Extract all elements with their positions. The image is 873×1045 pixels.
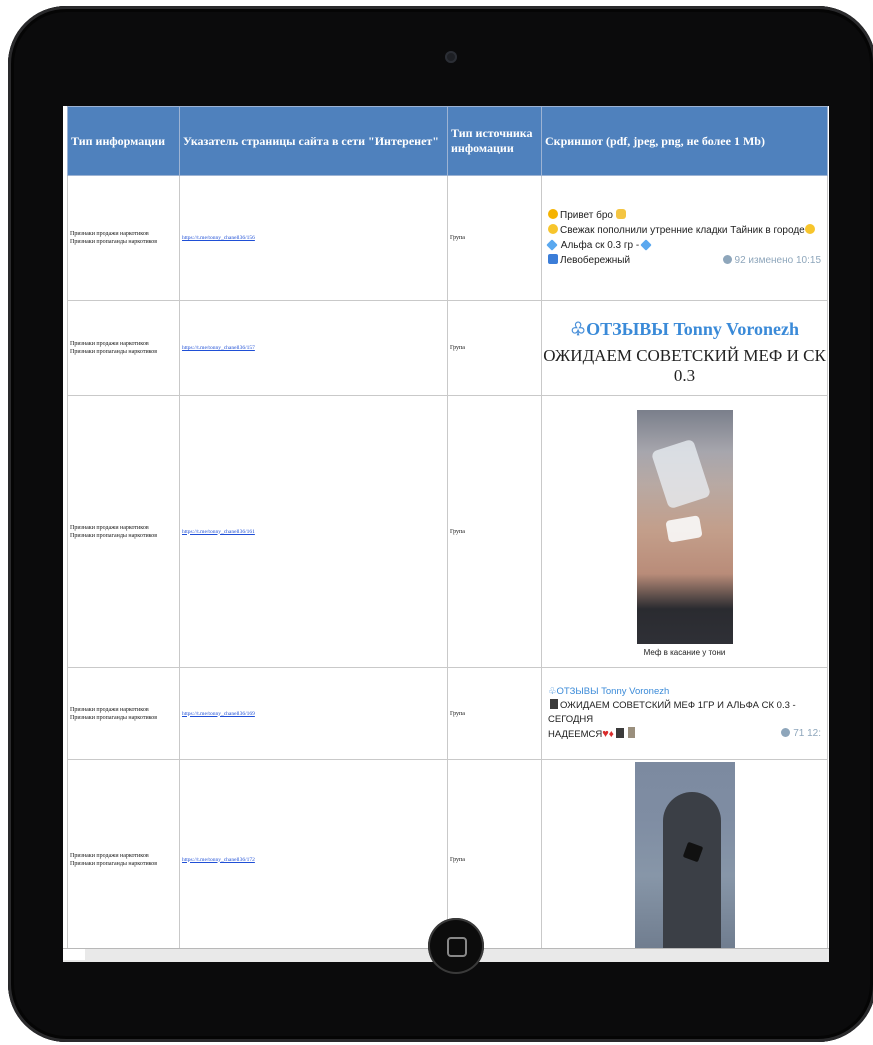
url-cell[interactable]: https://t.me/tonny_chanell36/156	[179, 175, 448, 301]
scream-emoji-icon	[548, 209, 558, 219]
flag-emoji-icon	[615, 728, 624, 738]
message-line: Левобережный	[560, 255, 631, 266]
message-line: ОЖИДАЕМ СОВЕТСКИЙ МЕФ 1ГР И АЛЬФА СК 0.3…	[548, 699, 821, 727]
url-cell[interactable]: https://t.me/tonny_chanell36/161	[179, 395, 448, 668]
arrow-emoji-icon	[548, 254, 558, 264]
source-cell[interactable]: Група	[447, 667, 542, 760]
header-info-type: Тип информации	[67, 106, 180, 176]
flag-emoji-icon	[550, 699, 558, 709]
packet-shape	[664, 515, 703, 543]
telegram-message: ♧ОТЗЫВЫ Tonny Voronezh ОЖИДАЕМ СОВЕТСКИЙ…	[542, 683, 827, 744]
eye-icon	[722, 255, 732, 264]
view-count: 71	[793, 728, 805, 739]
table-row: Признаки продажи наркотиков Признаки про…	[67, 667, 828, 760]
home-button-icon[interactable]	[428, 918, 484, 974]
info-type-cell[interactable]: Признаки продажи наркотиков Признаки про…	[67, 175, 180, 301]
info-line-sale: Признаки продажи наркотиков	[70, 231, 149, 237]
source-cell[interactable]: Група	[447, 395, 542, 668]
diamond-emoji-icon	[546, 239, 558, 251]
url-cell[interactable]: https://t.me/tonny_chanell36/169	[179, 667, 448, 760]
page-link[interactable]: https://t.me/tonny_chanell36/156	[182, 235, 255, 241]
tablet-device: Тип информации Указатель страницы сайта …	[8, 6, 873, 1042]
packet-shape	[650, 438, 711, 510]
message-line-text: НАДЕЕМСЯ	[548, 729, 603, 740]
message-meta: 92 изменено 10:15	[722, 253, 821, 268]
table-row: Признаки продажи наркотиков Признаки про…	[67, 395, 828, 668]
info-line-sale: Признаки продажи наркотиков	[70, 706, 149, 713]
table-row: Признаки продажи наркотиков Признаки про…	[67, 175, 828, 301]
sheet-tab[interactable]	[87, 949, 109, 960]
smile-emoji-icon	[548, 224, 558, 234]
bottle-emoji-icon	[627, 727, 635, 738]
message-line: НАДЕЕМСЯ♥♦ 71 12:	[548, 727, 821, 742]
announcement-text: ОЖИДАЕМ СОВЕТСКИЙ МЕФ И СК 0.3	[543, 345, 826, 385]
info-line-sale: Признаки продажи наркотиков	[70, 341, 149, 347]
photo-caption: Меф в касание у тони	[643, 648, 726, 657]
message-line: Свежак пополнили утренние кладки Тайник …	[560, 225, 805, 236]
report-table: Тип информации Указатель страницы сайта …	[67, 106, 828, 960]
header-source-type: Тип источника инфомации	[447, 106, 542, 176]
message-line: Альфа ск 0.3 гр -	[560, 240, 640, 251]
clubs-emoji-icon: ♧	[548, 686, 557, 697]
wink-emoji-icon	[804, 224, 815, 234]
header-page-url: Указатель страницы сайта в сети "Интерен…	[179, 106, 448, 176]
reviews-title: ♧ОТЗЫВЫ Tonny Voronezh	[548, 685, 821, 699]
source-cell[interactable]: Група	[447, 175, 542, 301]
source-cell[interactable]: Група	[447, 300, 542, 396]
screenshot-cell[interactable]: ♧ОТЗЫВЫ Tonny Voronezh ОЖИДАЕМ СОВЕТСКИЙ…	[541, 667, 828, 760]
info-line-sale: Признаки продажи наркотиков	[70, 524, 149, 531]
sheet-tab[interactable]	[63, 949, 86, 960]
hand-shape	[662, 792, 721, 952]
telegram-message: Привет бро Свежак пополнили утренние кла…	[542, 206, 827, 270]
info-type-cell[interactable]: Признаки продажи наркотиков Признаки про…	[67, 300, 180, 396]
info-line-propaganda: Признаки пропаганды наркотиков	[70, 714, 158, 721]
screenshot-cell[interactable]	[541, 759, 828, 960]
header-screenshot: Скриншот (pdf, jpeg, png, не более 1 Mb)	[541, 106, 828, 176]
edited-time: изменено 10:15	[748, 255, 821, 266]
message-line: Привет бро	[560, 210, 613, 221]
message-time: 12:	[807, 728, 821, 739]
reviews-title-text: ОТЗЫВЫ Tonny Voronezh	[556, 686, 670, 697]
ok-hand-emoji-icon	[615, 209, 626, 219]
info-line-sale: Признаки продажи наркотиков	[70, 852, 149, 859]
home-square-icon	[447, 937, 467, 957]
screenshot-cell[interactable]: Привет бро Свежак пополнили утренние кла…	[541, 175, 828, 301]
view-count: 92	[734, 255, 746, 266]
spreadsheet-screen: Тип информации Указатель страницы сайта …	[63, 106, 829, 962]
message-line-text: ОЖИДАЕМ СОВЕТСКИЙ МЕФ 1ГР И АЛЬФА СК 0.3…	[548, 700, 796, 725]
reviews-title-text: ОТЗЫВЫ Tonny Voronezh	[586, 318, 800, 339]
message-meta: 71 12:	[781, 727, 821, 741]
front-camera-icon	[445, 51, 457, 63]
header-row: Тип информации Указатель страницы сайта …	[67, 106, 828, 176]
page-link[interactable]: https://t.me/tonny_chanell36/169	[182, 711, 255, 717]
screenshot-cell[interactable]: Меф в касание у тони	[541, 395, 828, 668]
url-cell[interactable]: https://t.me/tonny_chanell36/172	[179, 759, 448, 960]
info-type-cell[interactable]: Признаки продажи наркотиков Признаки про…	[67, 759, 180, 960]
info-type-cell[interactable]: Признаки продажи наркотиков Признаки про…	[67, 667, 180, 760]
page-link[interactable]: https://t.me/tonny_chanell36/161	[182, 529, 255, 535]
diamond-red-emoji-icon: ♦	[608, 729, 614, 740]
info-line-propaganda: Признаки пропаганды наркотиков	[70, 349, 158, 355]
reviews-title: ♧ОТЗЫВЫ Tonny Voronezh	[542, 319, 827, 340]
url-cell[interactable]: https://t.me/tonny_chanell36/157	[179, 300, 448, 396]
page-link[interactable]: https://t.me/tonny_chanell36/172	[182, 857, 255, 863]
screenshot-cell[interactable]: ♧ОТЗЫВЫ Tonny Voronezh ОЖИДАЕМ СОВЕТСКИЙ…	[541, 300, 828, 396]
info-line-propaganda: Признаки пропаганды наркотиков	[70, 239, 158, 245]
diamond-emoji-icon	[640, 239, 652, 251]
clubs-emoji-icon: ♧	[569, 318, 587, 339]
photo-hand-packet	[636, 410, 733, 644]
photo-hand-stone	[634, 762, 735, 952]
table-row: Признаки продажи наркотиков Признаки про…	[67, 300, 828, 396]
page-link[interactable]: https://t.me/tonny_chanell36/157	[182, 345, 255, 351]
eye-icon	[781, 728, 791, 737]
info-line-propaganda: Признаки пропаганды наркотиков	[70, 860, 158, 867]
info-line-propaganda: Признаки пропаганды наркотиков	[70, 532, 158, 539]
info-type-cell[interactable]: Признаки продажи наркотиков Признаки про…	[67, 395, 180, 668]
